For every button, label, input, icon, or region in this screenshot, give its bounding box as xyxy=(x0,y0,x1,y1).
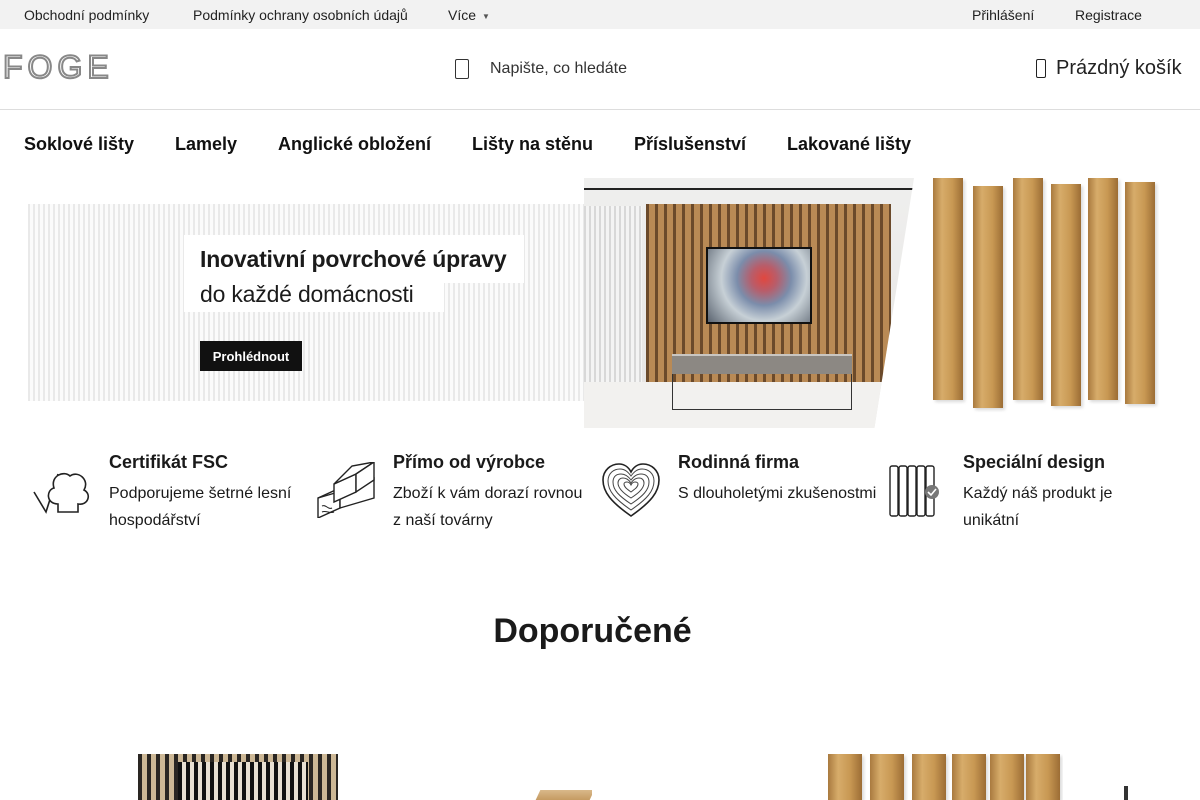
feature-manufacturer: Přímo od výrobce Zboží k vám dorazí rovn… xyxy=(316,452,596,542)
cart-label: Prázdný košík xyxy=(1056,57,1182,79)
feature-text: Zboží k vám dorazí rovnou z naší továrny xyxy=(393,485,583,529)
wood-slat xyxy=(828,754,862,800)
feature-title: Rodinná firma xyxy=(678,452,800,472)
logo[interactable]: FOGE xyxy=(3,51,121,83)
product-image[interactable] xyxy=(530,754,592,800)
hero-title: Inovativní povrchové úpravy xyxy=(200,246,507,272)
wood-slat xyxy=(933,178,963,400)
terms-link[interactable]: Obchodní podmínky xyxy=(24,7,149,23)
more-menu[interactable]: Více ▼ xyxy=(448,7,490,23)
feature-title: Přímo od výrobce xyxy=(393,452,546,472)
nav-item-accessories[interactable]: Příslušenství xyxy=(634,134,746,155)
hero-view-button[interactable]: Prohlédnout xyxy=(200,341,302,371)
feature-title: Speciální design xyxy=(963,452,1106,472)
nav-item-english-panelling[interactable]: Anglické obložení xyxy=(278,134,431,155)
chevron-down-icon: ▼ xyxy=(482,11,490,21)
feature-text: Každý náš produkt je unikátní xyxy=(963,485,1113,529)
more-label: Více xyxy=(448,7,477,23)
section-title-recommended: Doporučené xyxy=(493,612,692,650)
top-utility-bar: Obchodní podmínky Podmínky ochrany osobn… xyxy=(0,0,1200,29)
wood-slat xyxy=(912,754,946,800)
wood-slat xyxy=(952,754,986,800)
product-panel-detail xyxy=(178,762,308,800)
room-console xyxy=(672,354,852,374)
register-link[interactable]: Registrace xyxy=(1075,7,1142,23)
wood-slat xyxy=(1088,178,1118,400)
wood-slat xyxy=(1013,178,1043,400)
wood-slat xyxy=(973,186,1003,408)
nav-item-baseboards[interactable]: Soklové lišty xyxy=(24,134,134,155)
nav-item-slats[interactable]: Lamely xyxy=(175,134,237,155)
hero-banner[interactable]: Inovativní povrchové úpravy do každé dom… xyxy=(28,178,1168,428)
login-link[interactable]: Přihlášení xyxy=(972,7,1034,23)
panel-check-icon xyxy=(889,465,939,517)
cart-button[interactable]: Prázdný košík xyxy=(1036,57,1182,80)
hero-title-box: Inovativní povrchové úpravy xyxy=(184,235,524,283)
hero-room-image xyxy=(584,178,914,428)
site-header: FOGE Prázdný košík xyxy=(0,29,1200,110)
wood-slat xyxy=(1026,754,1060,800)
heart-rings-icon xyxy=(602,463,660,517)
tree-check-icon xyxy=(33,472,90,514)
product-trim-detail xyxy=(535,790,592,800)
wood-slat xyxy=(870,754,904,800)
nav-item-wall-trims[interactable]: Lišty na stěnu xyxy=(472,134,593,155)
main-nav: Soklové lišty Lamely Anglické obložení L… xyxy=(0,110,1200,178)
room-glass-wall xyxy=(584,206,642,406)
feature-text: S dlouholetými zkušenostmi xyxy=(678,485,877,502)
logo-text: FOGE xyxy=(3,51,114,83)
hero-slats-image xyxy=(933,178,1168,428)
feature-special-design: Speciální design Každý náš produkt je un… xyxy=(886,452,1166,542)
feature-title: Certifikát FSC xyxy=(109,452,229,472)
feature-text: Podporujeme šetrné lesní hospodářství xyxy=(109,485,292,529)
wood-beams-icon xyxy=(317,462,375,518)
hero-subtitle-box: do každé domácnosti xyxy=(184,278,444,312)
wood-slat xyxy=(1125,182,1155,404)
product-image[interactable] xyxy=(828,754,1063,800)
wood-slat xyxy=(990,754,1024,800)
room-tv xyxy=(706,247,812,324)
feature-family-company: Rodinná firma S dlouholetými zkušenostmi xyxy=(601,452,881,542)
privacy-link[interactable]: Podmínky ochrany osobních údajů xyxy=(193,7,408,23)
search-icon[interactable] xyxy=(455,59,469,79)
carousel-scroll-handle[interactable] xyxy=(1124,786,1128,800)
feature-fsc: Certifikát FSC Podporujeme šetrné lesní … xyxy=(32,452,312,542)
search-bar[interactable] xyxy=(455,57,730,81)
hero-subtitle: do každé domácnosti xyxy=(200,281,414,307)
wood-slat xyxy=(1051,184,1081,406)
nav-item-lacquered-trims[interactable]: Lakované lišty xyxy=(787,134,911,155)
cart-icon xyxy=(1036,59,1046,78)
room-ceiling-track xyxy=(584,188,914,190)
search-input[interactable] xyxy=(490,60,730,78)
room-console-frame xyxy=(672,374,852,410)
product-image[interactable] xyxy=(138,754,338,800)
